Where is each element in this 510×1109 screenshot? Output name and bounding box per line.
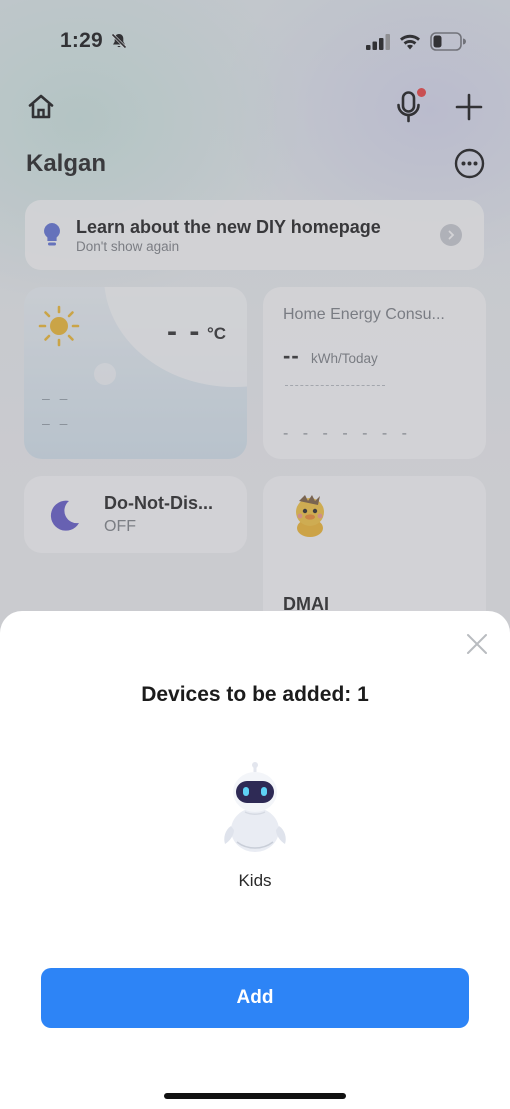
home-indicator [164,1093,346,1099]
add-button[interactable]: Add [41,968,469,1028]
close-icon [467,634,487,654]
close-button[interactable] [464,631,490,657]
robot-device-icon[interactable] [215,760,295,855]
sheet-title: Devices to be added: 1 [141,683,369,706]
device-name: Kids [238,871,272,890]
